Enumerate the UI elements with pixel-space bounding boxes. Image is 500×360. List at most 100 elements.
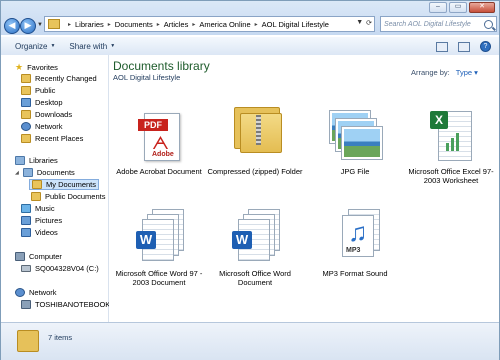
file-name: Microsoft Office Word 97 - 2003 Document: [115, 269, 203, 287]
nav-computer[interactable]: Computer: [15, 252, 62, 261]
computer-icon: [15, 252, 25, 261]
nav-recently-changed[interactable]: Recently Changed: [21, 74, 97, 83]
nav-label: Computer: [29, 252, 62, 261]
maximize-button[interactable]: ▭: [449, 2, 467, 13]
change-view-icon[interactable]: [436, 41, 448, 52]
nav-label: Recently Changed: [35, 74, 97, 83]
address-dropdown-icon[interactable]: ▼: [356, 19, 363, 27]
folder-icon: [48, 19, 60, 29]
nav-label: Public: [35, 86, 56, 95]
minimize-button[interactable]: –: [429, 2, 447, 13]
arrange-value: Type: [455, 68, 473, 77]
file-item[interactable]: W Microsoft Office Word 97 - 2003 Docume…: [109, 209, 209, 287]
library-title: Documents library: [113, 59, 210, 73]
navigation-pane: ★ Favorites Recently Changed Public Deskt…: [1, 55, 110, 322]
file-item[interactable]: Compressed (zipped) Folder: [205, 99, 305, 176]
share-with-button[interactable]: Share with ▼: [69, 42, 115, 51]
nav-documents[interactable]: ◢ Documents: [15, 168, 75, 177]
excel-icon: X: [422, 107, 480, 165]
nav-label: My Documents: [46, 180, 97, 189]
arrange-label: Arrange by:: [411, 68, 450, 77]
jpg-icon: [326, 107, 384, 165]
nav-desktop[interactable]: Desktop: [21, 98, 63, 107]
nav-label: TOSHIBANOTEBOOK: [35, 300, 111, 309]
address-bar[interactable]: ▸ Libraries ▸ Documents ▸ Articles ▸ Americ…: [44, 16, 375, 32]
share-with-label: Share with: [69, 41, 108, 51]
nav-libraries[interactable]: Libraries: [15, 156, 58, 165]
back-button[interactable]: ◀: [4, 18, 20, 34]
command-bar: Organize ▼ Share with ▼ ?: [1, 36, 499, 56]
help-icon[interactable]: ?: [480, 41, 491, 52]
music-icon: [21, 204, 31, 213]
file-name: Compressed (zipped) Folder: [207, 167, 303, 176]
downloads-icon: [21, 110, 31, 119]
nav-toshiba[interactable]: TOSHIBANOTEBOOK: [21, 300, 110, 309]
nav-network-favorite[interactable]: Network: [21, 122, 63, 131]
nav-label: Videos: [35, 228, 58, 237]
arrange-by-dropdown[interactable]: Type ▾: [456, 68, 478, 77]
refresh-icon[interactable]: ⟳: [366, 19, 372, 27]
nav-label: Network: [35, 122, 63, 131]
nav-public[interactable]: Public: [21, 86, 55, 95]
nav-pictures[interactable]: Pictures: [21, 216, 62, 225]
nav-recent-places[interactable]: Recent Places: [21, 134, 83, 143]
file-name: JPG File: [340, 167, 370, 176]
file-item[interactable]: ♫ MP3 MP3 Format Sound: [305, 209, 405, 278]
chevron-down-icon: ▼: [50, 43, 56, 49]
library-subtitle: AOL Digital Lifestyle: [113, 73, 181, 82]
breadcrumb-aol-digital-lifestyle[interactable]: AOL Digital Lifestyle: [262, 20, 329, 29]
pictures-icon: [21, 216, 31, 225]
nav-my-documents[interactable]: My Documents: [29, 179, 100, 190]
folder-icon: [17, 330, 39, 352]
star-icon: ★: [15, 62, 24, 72]
libraries-icon: [15, 156, 25, 165]
collapse-arrow-icon[interactable]: ◢: [15, 170, 19, 176]
nav-label: Documents: [36, 168, 75, 177]
forward-button[interactable]: ▶: [20, 18, 36, 34]
nav-network[interactable]: Network: [15, 288, 57, 297]
nav-label: Libraries: [29, 156, 58, 165]
folder-icon: [21, 86, 31, 95]
breadcrumb-libraries[interactable]: Libraries: [75, 20, 104, 29]
breadcrumb-america-online[interactable]: America Online: [199, 20, 250, 29]
preview-pane-icon[interactable]: [458, 41, 470, 52]
word97-icon: W: [130, 209, 188, 267]
desktop-icon: [21, 98, 31, 107]
file-item[interactable]: PDF ᗅ Adobe Adobe Acrobat Document: [109, 107, 209, 176]
nav-label: Public Documents: [45, 192, 106, 201]
network-icon: [21, 122, 31, 131]
search-input[interactable]: Search AOL Digital Lifestyle: [380, 16, 497, 32]
file-name: Microsoft Office Word Document: [219, 269, 291, 287]
status-bar: 7 items: [1, 322, 499, 360]
nav-public-documents[interactable]: Public Documents: [31, 192, 105, 201]
search-placeholder: Search AOL Digital Lifestyle: [384, 20, 471, 28]
nav-favorites[interactable]: ★ Favorites: [15, 62, 58, 73]
zip-folder-icon: [226, 99, 284, 165]
nav-music[interactable]: Music: [21, 204, 55, 213]
file-item[interactable]: W Microsoft Office Word Document: [205, 209, 305, 287]
network-icon: [15, 288, 25, 297]
nav-videos[interactable]: Videos: [21, 228, 58, 237]
nav-label: Pictures: [35, 216, 63, 225]
mp3-icon: ♫ MP3: [326, 209, 384, 267]
organize-label: Organize: [15, 41, 48, 51]
file-item[interactable]: X Microsoft Office Excel 97-2003 Workshe…: [401, 107, 500, 185]
nav-drive-c[interactable]: SQ004328V04 (C:): [21, 264, 99, 273]
drive-icon: [21, 265, 31, 272]
recent-pages-dropdown-icon[interactable]: ▼: [37, 22, 43, 28]
nav-downloads[interactable]: Downloads: [21, 110, 72, 119]
nav-label: SQ004328V04 (C:): [35, 264, 99, 273]
arrange-by: Arrange by: Type ▾: [411, 68, 478, 77]
organize-button[interactable]: Organize ▼: [15, 42, 55, 51]
file-name: Microsoft Office Excel 97-2003 Worksheet: [408, 167, 494, 185]
recent-places-icon: [21, 134, 31, 143]
close-button[interactable]: ✕: [469, 2, 495, 13]
chevron-down-icon: ▼: [110, 43, 116, 49]
breadcrumb-articles[interactable]: Articles: [164, 20, 189, 29]
search-icon[interactable]: [484, 19, 493, 29]
nav-label: Downloads: [35, 110, 73, 119]
nav-label: Favorites: [27, 63, 58, 72]
breadcrumb-documents[interactable]: Documents: [115, 20, 153, 29]
file-item[interactable]: JPG File: [305, 107, 405, 176]
file-name: Adobe Acrobat Document: [116, 167, 202, 176]
